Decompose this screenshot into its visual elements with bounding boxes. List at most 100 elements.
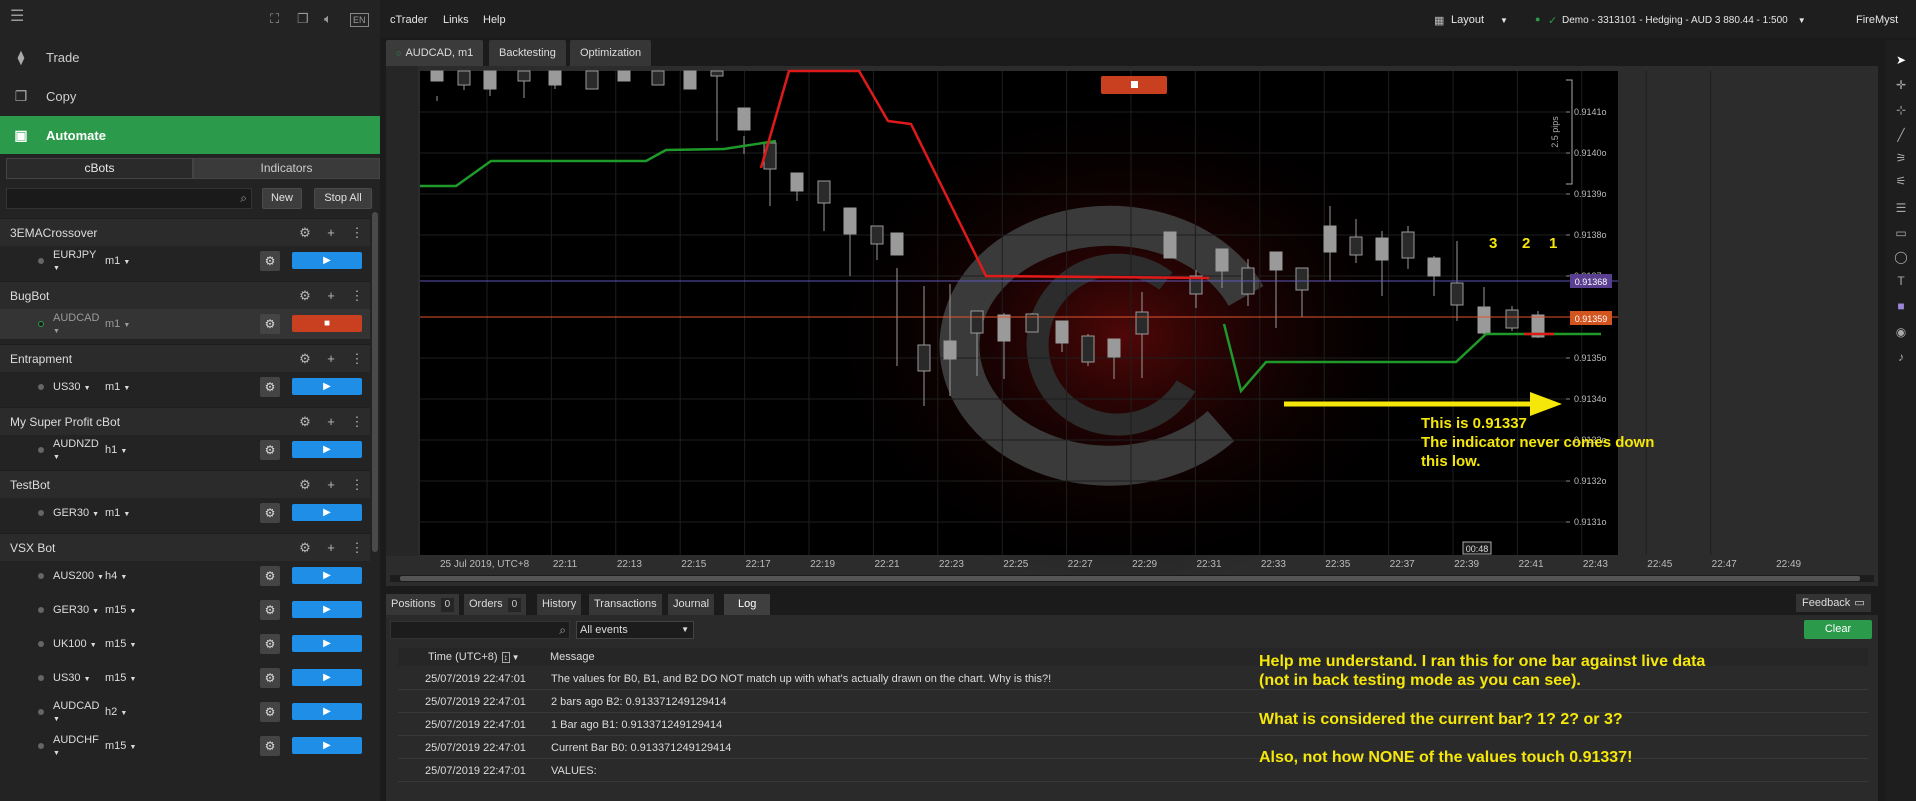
events-filter-select[interactable]: All events ▼ <box>576 621 694 639</box>
robot-status-icon[interactable]: ⚙︎ <box>292 351 318 367</box>
instance-timeframe[interactable]: h2 ▼ <box>105 706 175 718</box>
instance-symbol[interactable]: AUDCAD ▼ <box>53 312 105 336</box>
instance-symbol[interactable]: EURJPY ▼ <box>53 249 105 273</box>
instance-symbol[interactable]: AUDCAD ▼ <box>53 700 105 724</box>
stop-button[interactable]: ■ <box>292 315 362 332</box>
tab-transactions[interactable]: Transactions <box>589 594 662 615</box>
gear-icon[interactable]: ⚙ <box>260 314 280 334</box>
language-selector[interactable]: EN <box>350 13 369 27</box>
play-button[interactable]: ▶ <box>292 378 362 395</box>
add-instance-icon[interactable]: + <box>318 288 344 303</box>
gear-icon[interactable]: ⚙ <box>260 566 280 586</box>
cbot-instance-row[interactable]: EURJPY ▼ m1 ▼ ⚙ ▶ <box>0 246 370 276</box>
add-instance-icon[interactable]: + <box>318 414 344 429</box>
menu-links[interactable]: Links <box>443 14 469 26</box>
instance-timeframe[interactable]: m15 ▼ <box>105 672 175 684</box>
col-time-header[interactable]: Time (UTC+8) ↕ ▼ <box>428 651 520 663</box>
cbot-instance-row[interactable]: AUDCAD ▼ m1 ▼ ⚙ ■ <box>0 309 370 339</box>
instance-symbol[interactable]: AUDCHF ▼ <box>53 734 105 758</box>
more-options-icon[interactable]: ⋮ <box>344 477 370 493</box>
instance-symbol[interactable]: UK100 ▼ <box>53 638 105 650</box>
cbot-group[interactable]: My Super Profit cBot ⚙︎ + ⋮ <box>0 407 370 435</box>
sidebar-scrollbar[interactable] <box>372 212 378 552</box>
cbot-instance-row[interactable]: AUDCHF ▼ m15 ▼ ⚙ ▶ <box>0 731 370 761</box>
tab-indicators[interactable]: Indicators <box>193 158 380 179</box>
instance-timeframe[interactable]: m15 ▼ <box>105 740 175 752</box>
more-options-icon[interactable]: ⋮ <box>344 351 370 367</box>
more-options-icon[interactable]: ⋮ <box>344 414 370 430</box>
tab-chart-audcad[interactable]: ○ AUDCAD, m1 <box>386 40 484 66</box>
cbot-search-input[interactable]: ⌕ <box>6 188 252 209</box>
col-message-header[interactable]: Message <box>550 651 595 663</box>
play-button[interactable]: ▶ <box>292 703 362 720</box>
menu-help[interactable]: Help <box>483 14 506 26</box>
fib-icon[interactable]: ⚞ <box>1893 150 1909 166</box>
add-instance-icon[interactable]: + <box>318 477 344 492</box>
cbot-group[interactable]: Entrapment ⚙︎ + ⋮ <box>0 344 370 372</box>
more-options-icon[interactable]: ⋮ <box>344 225 370 241</box>
clear-log-button[interactable]: Clear <box>1804 620 1872 639</box>
robot-status-icon[interactable]: ⚙︎ <box>292 414 318 430</box>
tab-backtesting[interactable]: Backtesting <box>489 40 566 66</box>
screenshot-icon[interactable]: ⛶ <box>270 10 279 28</box>
sound-icon[interactable]: 🔈︎ <box>324 10 332 28</box>
new-cbot-button[interactable]: New <box>262 188 302 209</box>
gear-icon[interactable]: ⚙ <box>260 503 280 523</box>
add-instance-icon[interactable]: + <box>318 351 344 366</box>
pointer-icon[interactable]: ➤ <box>1893 52 1909 68</box>
cbot-instance-row[interactable]: GER30 ▼ m15 ▼ ⚙ ▶ <box>0 595 370 625</box>
cbot-instance-row[interactable]: AUDCAD ▼ h2 ▼ ⚙ ▶ <box>0 697 370 727</box>
tab-log[interactable]: Log <box>724 594 771 615</box>
add-instance-icon[interactable]: + <box>318 540 344 555</box>
tab-cbots[interactable]: cBots <box>6 158 193 179</box>
cbot-instance-row[interactable]: US30 ▼ m15 ▼ ⚙ ▶ <box>0 663 370 693</box>
play-button[interactable]: ▶ <box>292 504 362 521</box>
gear-icon[interactable]: ⚙ <box>260 668 280 688</box>
crosshair-icon[interactable]: ✛ <box>1893 77 1909 93</box>
gear-icon[interactable]: ⚙ <box>260 736 280 756</box>
layout-selector[interactable]: Layout ▼ <box>1435 14 1508 26</box>
robot-status-icon[interactable]: ⚙︎ <box>292 225 318 241</box>
instance-symbol[interactable]: AUDNZD ▼ <box>53 438 105 462</box>
nav-automate[interactable]: ▣ Automate <box>0 116 380 154</box>
instance-timeframe[interactable]: h4 ▼ <box>105 570 175 582</box>
instance-timeframe[interactable]: m15 ▼ <box>105 638 175 650</box>
instance-timeframe[interactable]: m1 ▼ <box>105 507 175 519</box>
play-button[interactable]: ▶ <box>292 601 362 618</box>
cbot-instance-row[interactable]: AUS200 ▼ h4 ▼ ⚙ ▶ <box>0 561 370 591</box>
robot-status-icon[interactable]: ⚙︎ <box>292 540 318 556</box>
instance-symbol[interactable]: US30 ▼ <box>53 672 105 684</box>
gear-icon[interactable]: ⚙ <box>260 440 280 460</box>
bell-icon[interactable]: ♪ <box>1893 349 1909 365</box>
add-instance-icon[interactable]: + <box>318 225 344 240</box>
text-icon[interactable]: T <box>1893 273 1909 289</box>
play-button[interactable]: ▶ <box>292 252 362 269</box>
instance-symbol[interactable]: GER30 ▼ <box>53 507 105 519</box>
account-selector[interactable]: Demo - 3313101 - Hedging - AUD 3 880.44 … <box>1562 15 1806 26</box>
log-row[interactable]: 25/07/2019 22:47:01 2 bars ago B2: 0.9133… <box>398 690 1868 713</box>
hline-icon[interactable]: ☰ <box>1893 200 1909 216</box>
robot-status-icon[interactable]: ⚙︎ <box>292 477 318 493</box>
menu-ctrader[interactable]: cTrader <box>390 14 428 26</box>
cbot-group[interactable]: TestBot ⚙︎ + ⋮ <box>0 470 370 498</box>
instance-timeframe[interactable]: m1 ▼ <box>105 318 175 330</box>
cbot-group[interactable]: 3EMACrossover ⚙︎ + ⋮ <box>0 218 370 246</box>
more-options-icon[interactable]: ⋮ <box>344 288 370 304</box>
tab-optimization[interactable]: Optimization <box>570 40 652 66</box>
cbot-instance-row[interactable]: AUDNZD ▼ h1 ▼ ⚙ ▶ <box>0 435 370 465</box>
tab-history[interactable]: History <box>537 594 582 615</box>
instance-symbol[interactable]: US30 ▼ <box>53 381 105 393</box>
measure-icon[interactable]: ⊹ <box>1893 102 1909 118</box>
color-swatch-icon[interactable]: ■ <box>1893 298 1909 314</box>
price-chart[interactable]: 22:11 22:13 22:15 22:17 22:19 22:21 22:23 22:25… <box>386 66 1878 586</box>
instance-timeframe[interactable]: m1 ▼ <box>105 255 175 267</box>
pitchfork-icon[interactable]: ⚟ <box>1893 173 1909 189</box>
instance-timeframe[interactable]: m15 ▼ <box>105 604 175 616</box>
cbot-group[interactable]: BugBot ⚙︎ + ⋮ <box>0 281 370 309</box>
instance-timeframe[interactable]: m1 ▼ <box>105 381 175 393</box>
more-options-icon[interactable]: ⋮ <box>344 540 370 556</box>
camera-icon[interactable]: ◉ <box>1893 324 1909 340</box>
stop-all-button[interactable]: Stop All <box>314 188 372 209</box>
log-row[interactable]: 25/07/2019 22:47:01 Current Bar B0: 0.913… <box>398 736 1868 759</box>
nav-copy[interactable]: ❐ Copy <box>0 77 380 115</box>
